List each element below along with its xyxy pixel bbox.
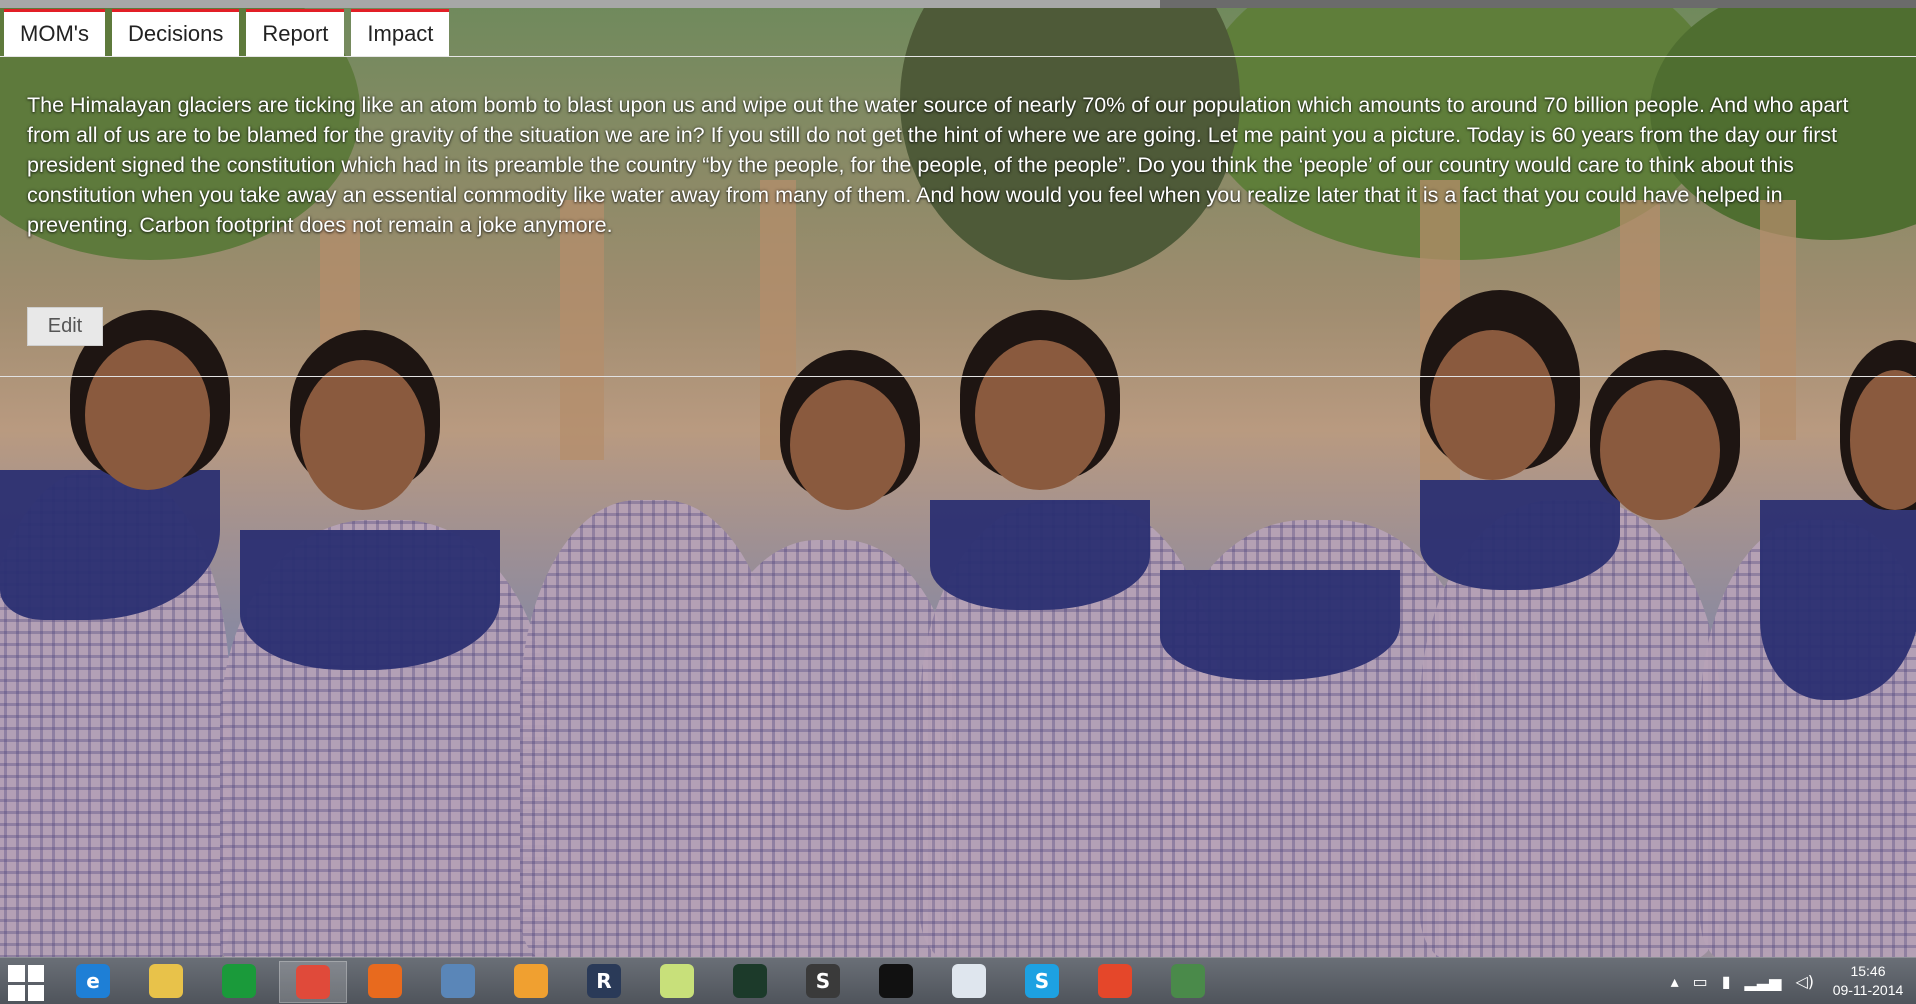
chrome-icon bbox=[296, 965, 330, 999]
taskbar-app-button[interactable] bbox=[133, 961, 199, 1001]
r-studio-icon: R bbox=[587, 964, 621, 998]
taskbar-app-button[interactable] bbox=[279, 961, 347, 1003]
tab-label: MOM's bbox=[20, 21, 89, 46]
taskbar-app-button[interactable] bbox=[1082, 961, 1148, 1001]
network-signal-icon[interactable]: ▂▃▅ bbox=[1745, 972, 1782, 991]
girl-face bbox=[300, 360, 425, 510]
file-explorer-icon bbox=[149, 964, 183, 998]
terminal-monitor-icon bbox=[733, 964, 767, 998]
tab-label: Decisions bbox=[127, 21, 224, 46]
blue-scarf bbox=[240, 530, 500, 670]
windows-logo-pane bbox=[8, 965, 25, 982]
java-icon bbox=[514, 964, 548, 998]
taskbar-app-button[interactable] bbox=[863, 961, 929, 1001]
firefox-icon bbox=[368, 964, 402, 998]
windows-logo-pane bbox=[27, 984, 44, 1001]
taskbar-app-button[interactable] bbox=[936, 961, 1002, 1001]
girl-face bbox=[975, 340, 1105, 490]
clock-date: 09-11-2014 bbox=[1832, 982, 1904, 998]
tab-divider bbox=[0, 56, 1916, 57]
blue-scarf bbox=[1420, 480, 1620, 590]
taskbar-app-button[interactable]: S bbox=[1009, 961, 1075, 1001]
tab-decisions[interactable]: Decisions bbox=[111, 9, 240, 56]
internet-explorer-icon: e bbox=[76, 964, 110, 998]
tab-report[interactable]: Report bbox=[246, 9, 345, 56]
start-button[interactable] bbox=[8, 965, 44, 1001]
windows-logo-pane bbox=[8, 984, 25, 1001]
taskbar-app-button[interactable]: S bbox=[790, 961, 856, 1001]
windows-logo-pane bbox=[27, 965, 44, 982]
girl-face bbox=[1600, 380, 1720, 520]
sticky-notes-icon bbox=[660, 964, 694, 998]
taskbar-app-button[interactable] bbox=[352, 961, 418, 1001]
taskbar-app-button[interactable] bbox=[498, 961, 564, 1001]
tab-moms[interactable]: MOM's bbox=[4, 9, 105, 56]
girl-face bbox=[790, 380, 905, 510]
taskbar-app-button[interactable] bbox=[1155, 961, 1221, 1001]
girl-face bbox=[85, 340, 210, 490]
girl-face bbox=[1430, 330, 1555, 480]
taskbar-app-button[interactable] bbox=[717, 961, 783, 1001]
git-icon bbox=[1098, 964, 1132, 998]
skype-icon: S bbox=[1025, 964, 1059, 998]
windows-taskbar: e R S S ▴ ▭ ▮ ▂▃▅ ◁) 15:46 09-11-2014 bbox=[0, 957, 1916, 1004]
taskbar-app-button[interactable] bbox=[206, 961, 272, 1001]
tab-label: Report bbox=[262, 21, 329, 46]
section-divider bbox=[0, 376, 1916, 377]
remote-desktop-icon bbox=[441, 964, 475, 998]
edit-button[interactable]: Edit bbox=[27, 307, 103, 346]
blue-scarf bbox=[1160, 570, 1400, 680]
tab-bar: MOM's Decisions Report Impact bbox=[4, 9, 450, 57]
bookmarks-bar-remnant bbox=[0, 0, 1160, 8]
battery-icon[interactable]: ▮ bbox=[1722, 972, 1731, 991]
store-icon bbox=[222, 964, 256, 998]
tray-overflow-icon[interactable]: ▴ bbox=[1671, 972, 1679, 991]
tray-device-icon[interactable]: ▭ bbox=[1693, 972, 1708, 991]
clock-time: 15:46 bbox=[1850, 963, 1886, 979]
system-clock[interactable]: 15:46 09-11-2014 bbox=[1828, 962, 1908, 1000]
impact-paragraph: The Himalayan glaciers are ticking like … bbox=[27, 93, 1849, 237]
tab-impact[interactable]: Impact bbox=[351, 9, 450, 56]
taskbar-app-button[interactable] bbox=[425, 961, 491, 1001]
command-prompt-icon bbox=[879, 964, 913, 998]
blue-scarf bbox=[1760, 500, 1916, 700]
taskbar-app-button[interactable]: R bbox=[571, 961, 637, 1001]
tab-label: Impact bbox=[367, 21, 434, 46]
system-tray: ▴ ▭ ▮ ▂▃▅ ◁) 15:46 09-11-2014 bbox=[1671, 958, 1908, 1004]
blue-scarf bbox=[930, 500, 1150, 610]
browser-top-strip bbox=[0, 0, 1916, 8]
search-document-icon bbox=[952, 964, 986, 998]
volume-icon[interactable]: ◁) bbox=[1795, 972, 1814, 991]
sublime-text-icon: S bbox=[806, 964, 840, 998]
taskbar-app-button[interactable]: e bbox=[60, 961, 126, 1001]
network-switch-icon bbox=[1171, 964, 1205, 998]
taskbar-app-button[interactable] bbox=[644, 961, 710, 1001]
